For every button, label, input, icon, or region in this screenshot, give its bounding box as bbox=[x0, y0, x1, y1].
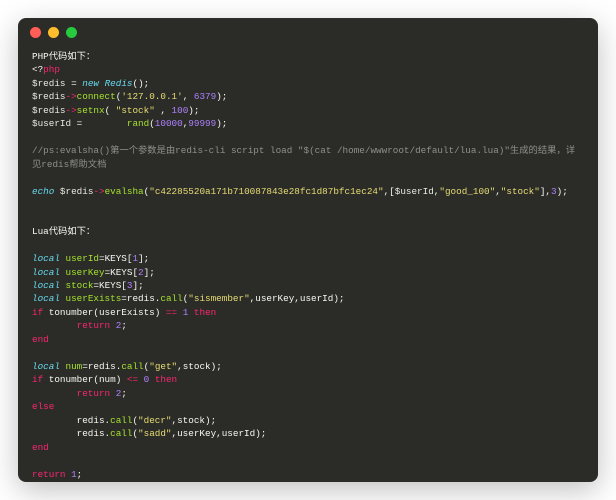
t: , bbox=[183, 91, 194, 102]
t: =KEYS[ bbox=[93, 280, 126, 291]
t: -> bbox=[93, 186, 104, 197]
t: tonumber(num) bbox=[43, 374, 127, 385]
t: (); bbox=[132, 78, 149, 89]
t: echo bbox=[32, 186, 54, 197]
t: ,stock); bbox=[172, 415, 217, 426]
close-icon[interactable] bbox=[30, 27, 41, 38]
titlebar bbox=[18, 18, 598, 46]
line: <? bbox=[32, 64, 43, 75]
t bbox=[32, 388, 77, 399]
t: new bbox=[82, 78, 99, 89]
code-window: PHP代码如下： <?php $redis = new Redis(); $re… bbox=[18, 18, 598, 482]
t: else bbox=[32, 401, 54, 412]
t: local bbox=[32, 293, 60, 304]
t: $redis bbox=[32, 91, 65, 102]
t: num bbox=[66, 361, 83, 372]
t: return bbox=[77, 388, 110, 399]
t: ]; bbox=[138, 253, 149, 264]
t: local bbox=[32, 267, 60, 278]
line: Lua代码如下： bbox=[32, 226, 95, 237]
t: =KEYS[ bbox=[105, 267, 138, 278]
t: "sadd" bbox=[138, 428, 171, 439]
t: userKey bbox=[66, 267, 105, 278]
t: connect bbox=[77, 91, 116, 102]
code-block: PHP代码如下： <?php $redis = new Redis(); $re… bbox=[18, 46, 598, 482]
t: Redis bbox=[105, 78, 133, 89]
t: -> bbox=[65, 105, 76, 116]
t: then bbox=[155, 374, 177, 385]
t: ( bbox=[105, 105, 116, 116]
t: ); bbox=[557, 186, 568, 197]
t: "c42285520a171b710087843e28fc1d87bfc1ec2… bbox=[149, 186, 383, 197]
maximize-icon[interactable] bbox=[66, 27, 77, 38]
t: = bbox=[71, 118, 127, 129]
t: ); bbox=[216, 118, 227, 129]
t: ], bbox=[540, 186, 551, 197]
t: $redis bbox=[32, 105, 65, 116]
t: <= bbox=[127, 374, 138, 385]
t: ,userKey,userId); bbox=[250, 293, 345, 304]
t: $redis bbox=[60, 186, 93, 197]
t: -> bbox=[65, 91, 76, 102]
t: '127.0.0.1' bbox=[121, 91, 182, 102]
t: local bbox=[32, 253, 60, 264]
comment: //ps:evalsha()第一个参数是由redis-cli script lo… bbox=[32, 144, 584, 171]
t: php bbox=[43, 64, 60, 75]
t: userId bbox=[66, 253, 99, 264]
t: call bbox=[110, 428, 132, 439]
t: redis. bbox=[32, 428, 110, 439]
t: = bbox=[65, 78, 82, 89]
t: local bbox=[32, 280, 60, 291]
t: call bbox=[110, 415, 132, 426]
t: ]; bbox=[144, 267, 155, 278]
t: == bbox=[166, 307, 177, 318]
t: end bbox=[32, 442, 49, 453]
t: ); bbox=[188, 105, 199, 116]
t: =redis. bbox=[82, 361, 121, 372]
t: "decr" bbox=[138, 415, 171, 426]
t: "good_100" bbox=[439, 186, 495, 197]
minimize-icon[interactable] bbox=[48, 27, 59, 38]
t: end bbox=[32, 334, 49, 345]
t: ,userKey,userId); bbox=[172, 428, 267, 439]
t: "get" bbox=[149, 361, 177, 372]
t: return bbox=[77, 320, 110, 331]
t: ]; bbox=[132, 280, 143, 291]
t: stock bbox=[66, 280, 94, 291]
t: $redis bbox=[32, 78, 65, 89]
t: userExists bbox=[66, 293, 122, 304]
t: redis. bbox=[32, 415, 110, 426]
t: setnx bbox=[77, 105, 105, 116]
t: evalsha bbox=[105, 186, 144, 197]
t: local bbox=[32, 361, 60, 372]
t: "sismember" bbox=[188, 293, 249, 304]
t: ,[ bbox=[384, 186, 395, 197]
t: 100 bbox=[172, 105, 189, 116]
t: , bbox=[155, 105, 172, 116]
t: $userId bbox=[395, 186, 434, 197]
t: ; bbox=[77, 469, 83, 480]
t: =redis. bbox=[121, 293, 160, 304]
t: 10000 bbox=[155, 118, 183, 129]
t: ); bbox=[216, 91, 227, 102]
t: ,stock); bbox=[177, 361, 222, 372]
t: "stock" bbox=[501, 186, 540, 197]
t: ; bbox=[121, 320, 127, 331]
t: tonumber(userExists) bbox=[43, 307, 166, 318]
t: call bbox=[121, 361, 143, 372]
t: if bbox=[32, 307, 43, 318]
t: call bbox=[160, 293, 182, 304]
t: "stock" bbox=[116, 105, 155, 116]
t: 99999 bbox=[188, 118, 216, 129]
line: PHP代码如下： bbox=[32, 51, 95, 62]
t: return bbox=[32, 469, 65, 480]
t: if bbox=[32, 374, 43, 385]
t bbox=[32, 320, 77, 331]
t: =KEYS[ bbox=[99, 253, 132, 264]
t: rand bbox=[127, 118, 149, 129]
t: 6379 bbox=[194, 91, 216, 102]
t: then bbox=[194, 307, 216, 318]
t: ; bbox=[121, 388, 127, 399]
t: $userId bbox=[32, 118, 71, 129]
